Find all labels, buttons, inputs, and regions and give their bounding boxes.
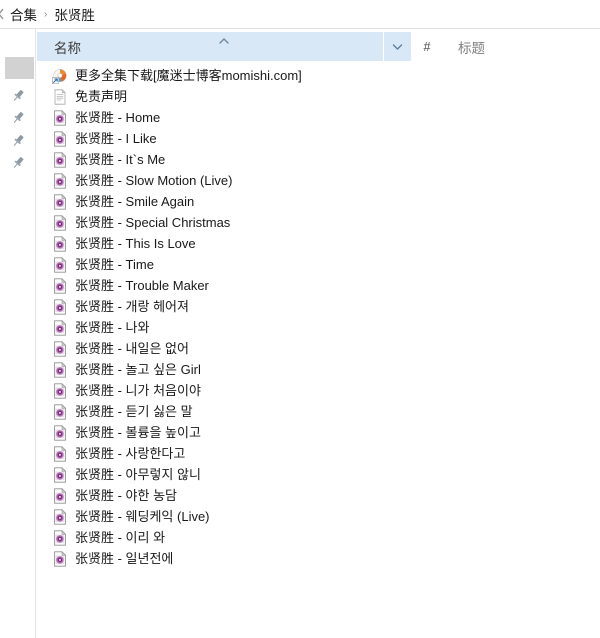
file-list-item[interactable]: 免责声明 [37, 86, 600, 107]
file-list-item[interactable]: 张贤胜 - Smile Again [37, 191, 600, 212]
file-name-label: 张贤胜 - 야한 농담 [75, 487, 178, 503]
media-file-icon [52, 424, 68, 441]
column-header-row: 名称 # 标题 [37, 32, 600, 61]
file-list-item[interactable]: 张贤胜 - 개랑 헤어져 [37, 296, 600, 317]
file-name-label: 张贤胜 - 일년전에 [75, 550, 174, 566]
pin-icon-2[interactable] [10, 133, 26, 149]
media-file-icon [52, 550, 68, 567]
file-name-label: 张贤胜 - 사랑한다고 [75, 445, 186, 461]
file-list-item[interactable]: 张贤胜 - Trouble Maker [37, 275, 600, 296]
pin-icon-0[interactable] [10, 88, 26, 104]
media-file-icon [52, 487, 68, 504]
column-header-hash[interactable]: # [412, 32, 442, 61]
media-file-icon [52, 508, 68, 525]
breadcrumb-separator-icon: › [44, 8, 48, 20]
internet-shortcut-icon [52, 68, 68, 84]
file-list-item[interactable]: 张贤胜 - 니가 처음이야 [37, 380, 600, 401]
file-name-label: 张贤胜 - 아무렇지 않니 [75, 466, 201, 482]
file-list: 更多全集下载[魔迷士博客momishi.com] 免责声明张贤胜 - Home 张贤… [37, 65, 600, 569]
file-list-item[interactable]: 张贤胜 - 사랑한다고 [37, 443, 600, 464]
file-name-label: 张贤胜 - 웨딩케익 (Live) [75, 508, 210, 524]
media-file-icon [52, 172, 68, 189]
file-name-label: 更多全集下载[魔迷士博客momishi.com] [75, 67, 302, 83]
media-file-icon [52, 466, 68, 483]
media-file-icon [52, 361, 68, 378]
file-list-item[interactable]: 张贤胜 - Time [37, 254, 600, 275]
chevron-up-icon [218, 35, 230, 45]
media-file-icon [52, 235, 68, 252]
media-file-icon [52, 298, 68, 315]
chevron-down-icon [392, 43, 403, 50]
file-name-label: 张贤胜 - This Is Love [75, 235, 196, 251]
media-file-icon [52, 214, 68, 231]
breadcrumb-bar: 合集 › 张贤胜 [0, 0, 600, 29]
media-file-icon [52, 382, 68, 399]
media-file-icon [52, 130, 68, 147]
media-file-icon [52, 109, 68, 126]
file-name-label: 张贤胜 - 니가 처음이야 [75, 382, 201, 398]
file-list-item[interactable]: 张贤胜 - 야한 농담 [37, 485, 600, 506]
file-name-label: 张贤胜 - 이리 와 [75, 529, 166, 545]
file-name-label: 张贤胜 - Trouble Maker [75, 277, 209, 293]
header-divider [37, 61, 600, 62]
media-file-icon [52, 445, 68, 462]
pin-icon-3[interactable] [10, 155, 26, 171]
file-list-item[interactable]: 张贤胜 - 웨딩케익 (Live) [37, 506, 600, 527]
file-list-item[interactable]: 张贤胜 - Slow Motion (Live) [37, 170, 600, 191]
media-file-icon [52, 193, 68, 210]
file-name-label: 张贤胜 - 듣기 싫은 말 [75, 403, 193, 419]
breadcrumb-item-1[interactable]: 张贤胜 [49, 2, 100, 26]
file-name-label: 张贤胜 - 볼륭을 높이고 [75, 424, 201, 440]
file-list-item[interactable]: 张贤胜 - 듣기 싫은 말 [37, 401, 600, 422]
rail-selected-block [5, 57, 34, 79]
file-name-label: 张贤胜 - I Like [75, 130, 157, 146]
file-list-item[interactable]: 张贤胜 - I Like [37, 128, 600, 149]
file-list-item[interactable]: 张贤胜 - 나와 [37, 317, 600, 338]
media-file-icon [52, 277, 68, 294]
text-document-icon [52, 88, 68, 105]
file-list-item[interactable]: 张贤胜 - It`s Me [37, 149, 600, 170]
media-file-icon [52, 151, 68, 168]
file-list-item[interactable]: 更多全集下载[魔迷士博客momishi.com] [37, 65, 600, 86]
file-name-label: 张贤胜 - 나와 [75, 319, 150, 335]
file-list-item[interactable]: 张贤胜 - 볼륭을 높이고 [37, 422, 600, 443]
pin-icon-1[interactable] [10, 110, 26, 126]
media-file-icon [52, 340, 68, 357]
media-file-icon [52, 529, 68, 546]
file-name-label: 张贤胜 - Home [75, 109, 161, 125]
file-name-label: 张贤胜 - Slow Motion (Live) [75, 172, 233, 188]
media-file-icon [52, 403, 68, 420]
file-list-item[interactable]: 张贤胜 - This Is Love [37, 233, 600, 254]
file-name-label: 张贤胜 - Time [75, 256, 154, 272]
file-list-item[interactable]: 张贤胜 - 놀고 싶은 Girl [37, 359, 600, 380]
file-name-label: 张贤胜 - 놀고 싶은 Girl [75, 361, 201, 377]
file-name-label: 张贤胜 - 개랑 헤어져 [75, 298, 189, 314]
file-name-label: 免责声明 [75, 88, 128, 104]
column-header-hash-label: # [423, 39, 431, 54]
file-list-item[interactable]: 张贤胜 - 이리 와 [37, 527, 600, 548]
breadcrumb-item-0[interactable]: 合集 [5, 2, 42, 26]
file-list-item[interactable]: 张贤胜 - Special Christmas [37, 212, 600, 233]
left-rail [0, 29, 36, 638]
file-list-item[interactable]: 张贤胜 - Home [37, 107, 600, 128]
column-header-title-label: 标题 [458, 40, 485, 56]
file-name-label: 张贤胜 - It`s Me [75, 151, 166, 167]
column-header-name[interactable]: 名称 [37, 32, 384, 61]
media-file-icon [52, 256, 68, 273]
file-list-item[interactable]: 张贤胜 - 일년전에 [37, 548, 600, 569]
file-name-label: 张贤胜 - 내일은 없어 [75, 340, 189, 356]
media-file-icon [52, 319, 68, 336]
file-name-label: 张贤胜 - Smile Again [75, 193, 195, 209]
column-header-name-label: 名称 [54, 40, 81, 56]
file-list-item[interactable]: 张贤胜 - 아무렇지 않니 [37, 464, 600, 485]
column-header-dropdown[interactable] [384, 32, 412, 61]
column-header-title[interactable]: 标题 [442, 32, 600, 61]
file-list-item[interactable]: 张贤胜 - 내일은 없어 [37, 338, 600, 359]
file-name-label: 张贤胜 - Special Christmas [75, 214, 231, 230]
